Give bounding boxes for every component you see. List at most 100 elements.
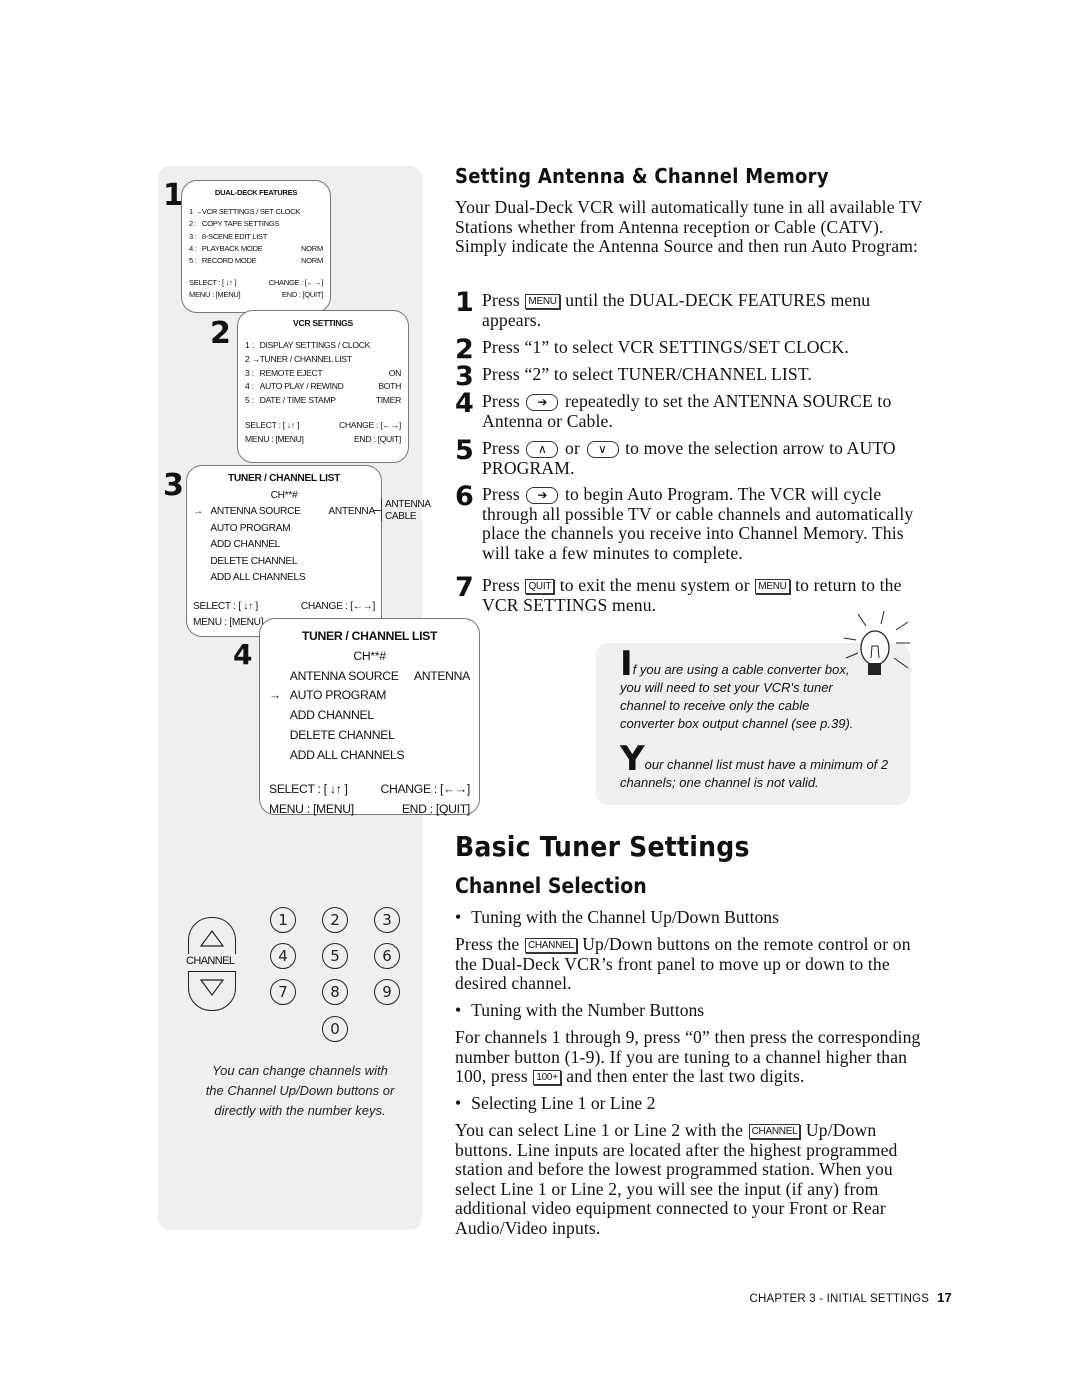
number-key-9[interactable]: 9	[374, 979, 400, 1005]
row-marker	[269, 667, 290, 687]
number-key-2[interactable]: 2	[322, 907, 348, 933]
tip-converter: If you are using a cable converter box, …	[620, 647, 856, 733]
bullet-heading: • Selecting Line 1 or Line 2	[455, 1093, 655, 1114]
number-key-6[interactable]: 6	[374, 943, 400, 969]
row-marker: →	[193, 506, 203, 518]
row-marker: 5 :	[245, 395, 254, 406]
number-key-8[interactable]: 8	[322, 979, 348, 1005]
row-marker: 4 :	[245, 381, 254, 392]
end-hint: END : [QUIT]	[353, 433, 401, 444]
channel-rocker[interactable]: CHANNEL	[186, 917, 236, 1011]
menu-footer: SELECT : [ ↓↑ ] CHANGE : [←→]	[193, 599, 375, 616]
step-text: Press MENU until the DUAL-DECK FEATURES …	[482, 290, 934, 330]
menu-row: 5 : DATE / TIME STAMP TIMER	[245, 394, 401, 408]
caption-line: the Channel Up/Down buttons or	[205, 1083, 395, 1098]
row-label: DATE / TIME STAMP	[259, 395, 336, 406]
bullet-dot: •	[455, 907, 462, 927]
drop-cap: I	[620, 644, 633, 684]
menu-row: ANTENNA SOURCE ANTENNA	[269, 667, 471, 687]
key-menu-button: MENU	[525, 294, 560, 309]
bullet-dot: •	[455, 1000, 462, 1020]
change-hint: CHANGE : [←→]	[380, 781, 470, 796]
chapter-label: CHAPTER 3 - INITIAL SETTINGS	[749, 1293, 930, 1305]
step-number: 2	[210, 316, 231, 351]
menu-title: TUNER / CHANNEL LIST	[301, 629, 438, 643]
row-marker: 3 :	[189, 231, 197, 241]
row-label: RECORD MODE	[201, 256, 257, 266]
number-key-0[interactable]: 0	[322, 1016, 348, 1042]
row-value: NORM	[300, 244, 323, 254]
text-run: Press “1” to select VCR SETTINGS/SET CLO…	[482, 337, 849, 357]
select-hint: SELECT : [ ↓↑ ]	[245, 419, 300, 430]
menu-row: 2 : COPY TAPE SETTINGS	[189, 218, 323, 230]
number-key-7[interactable]: 7	[270, 979, 296, 1005]
key-menu-button: MENU	[755, 579, 790, 594]
row-marker	[269, 726, 290, 746]
triangle-down-icon	[199, 979, 225, 997]
select-hint: SELECT : [ ↓↑ ]	[193, 600, 258, 612]
row-label: AUTO PLAY / REWIND	[259, 381, 344, 392]
menu-hint: MENU : [MENU]	[189, 290, 241, 300]
row-label: TUNER / CHANNEL LIST	[259, 353, 352, 364]
text-run: to exit the menu system or	[555, 575, 755, 595]
menu-hint: MENU : [MENU]	[245, 433, 304, 444]
step-text: Press ➔ repeatedly to set the ANTENNA SO…	[482, 391, 934, 431]
channel-label: CHANNEL	[186, 955, 235, 967]
paragraph: You can select Line 1 or Line 2 with the…	[455, 1120, 935, 1239]
menu-title: DUAL-DECK FEATURES	[214, 188, 298, 197]
channel-up-button[interactable]	[188, 917, 236, 954]
row-marker	[193, 554, 210, 571]
row-value: ON	[388, 367, 402, 378]
menu-row: 2 → TUNER / CHANNEL LIST	[245, 353, 401, 367]
channel-down-button[interactable]	[188, 971, 236, 1011]
row-marker	[193, 537, 210, 554]
row-label: COPY TAPE SETTINGS	[201, 219, 280, 229]
step-number: 3	[163, 468, 184, 503]
menu-row: 5 : RECORD MODE NORM	[189, 255, 323, 267]
bullet-heading: • Tuning with the Channel Up/Down Buttons	[455, 907, 779, 928]
number-key-4[interactable]: 4	[270, 943, 296, 969]
menu-row: 3 : 8-SCENE EDIT LIST	[189, 231, 323, 243]
menu-row: ADD CHANNEL	[193, 537, 375, 554]
menu-footer: SELECT : [ ↓↑ ] CHANGE : [←→]	[245, 419, 401, 433]
page-footer: CHAPTER 3 - INITIAL SETTINGS 17	[750, 1290, 953, 1305]
page-title: Basic Tuner Settings	[455, 830, 750, 863]
menu-row: 4 : AUTO PLAY / REWIND BOTH	[245, 380, 401, 394]
antenna-options: ANTENNA CABLE	[373, 499, 431, 523]
row-label: PLAYBACK MODE	[201, 244, 263, 254]
paragraph: For channels 1 through 9, press “0” then…	[455, 1027, 935, 1087]
step-text: Press “1” to select VCR SETTINGS/SET CLO…	[482, 337, 934, 358]
option-antenna: ANTENNA	[385, 499, 431, 510]
menu-row: AUTO PROGRAM	[193, 521, 375, 538]
text-run: Press “2” to select TUNER/CHANNEL LIST.	[482, 364, 812, 384]
select-hint: SELECT : [ ↓↑ ]	[189, 277, 237, 287]
menu-row: 4 : PLAYBACK MODE NORM	[189, 243, 323, 255]
row-label: ADD ALL CHANNELS	[289, 747, 405, 762]
number-key-3[interactable]: 3	[374, 907, 400, 933]
step-number: 5	[455, 435, 474, 466]
text-run: Press	[482, 438, 525, 458]
row-value: TIMER	[375, 395, 402, 406]
row-label: AUTO PROGRAM	[289, 688, 387, 703]
arrow-right-button: ➔	[526, 487, 559, 504]
intro-paragraph: Your Dual-Deck VCR will automatically tu…	[455, 197, 923, 257]
number-key-1[interactable]: 1	[270, 907, 296, 933]
menu-screen-tuner-channel-list-auto: TUNER / CHANNEL LIST CH**# ANTENNA SOURCE A…	[259, 618, 480, 816]
menu-footer: MENU : [MENU] END : [QUIT]	[269, 800, 470, 820]
number-key-5[interactable]: 5	[322, 943, 348, 969]
caption-line: You can change channels with	[212, 1063, 388, 1078]
menu-row: 1 : DISPLAY SETTINGS / CLOCK	[245, 339, 401, 353]
end-hint: END : [QUIT]	[281, 290, 323, 300]
caption-line: directly with the number keys.	[214, 1103, 386, 1118]
step-number: 4	[233, 638, 253, 671]
menu-row: ADD ALL CHANNELS	[269, 746, 470, 766]
row-value: ANTENNA	[328, 506, 375, 518]
row-marker: 2 :	[189, 219, 197, 229]
row-marker: 2 →	[245, 353, 260, 364]
menu-row: ADD ALL CHANNELS	[193, 570, 375, 587]
row-marker: 1 :	[245, 339, 254, 350]
bullet-heading: • Tuning with the Number Buttons	[455, 1000, 704, 1021]
